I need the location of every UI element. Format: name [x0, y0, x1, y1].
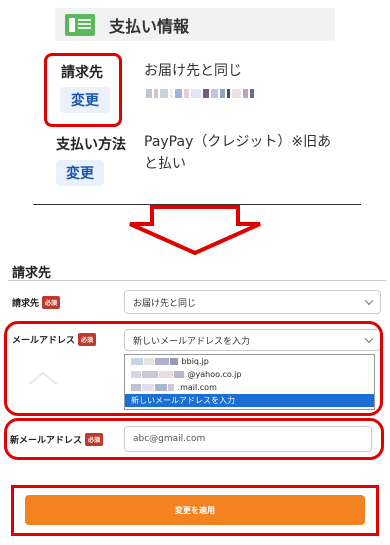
billing-field-label: 請求先 必須	[12, 296, 61, 309]
payment-info-header: 支払い情報	[55, 8, 335, 41]
payment-method-value-line2: と払い	[144, 156, 186, 172]
form-rule	[8, 280, 386, 281]
billing-select-value: お届け先と同じ	[133, 298, 197, 309]
highlight-email	[4, 321, 383, 416]
highlight-apply	[11, 485, 379, 536]
highlight-billing	[44, 53, 122, 127]
highlight-new-email	[4, 418, 384, 460]
billing-select[interactable]: お届け先と同じ	[124, 290, 381, 314]
payment-method-label: 支払い方法	[56, 137, 126, 153]
billing-field-label-text: 請求先	[12, 299, 40, 309]
payment-method-value-line1: PayPay（クレジット）※旧あ	[144, 134, 332, 150]
form-title: 請求先	[12, 266, 52, 281]
required-badge: 必須	[42, 296, 61, 309]
section-title: 支払い情報	[109, 16, 190, 36]
chevron-down-icon	[364, 296, 374, 306]
down-arrow-icon	[129, 205, 261, 256]
redacted-address	[146, 89, 254, 98]
billing-value: お届け先と同じ	[144, 63, 242, 79]
payment-method-change-button[interactable]: 変更	[56, 160, 104, 186]
card-icon	[65, 13, 95, 36]
